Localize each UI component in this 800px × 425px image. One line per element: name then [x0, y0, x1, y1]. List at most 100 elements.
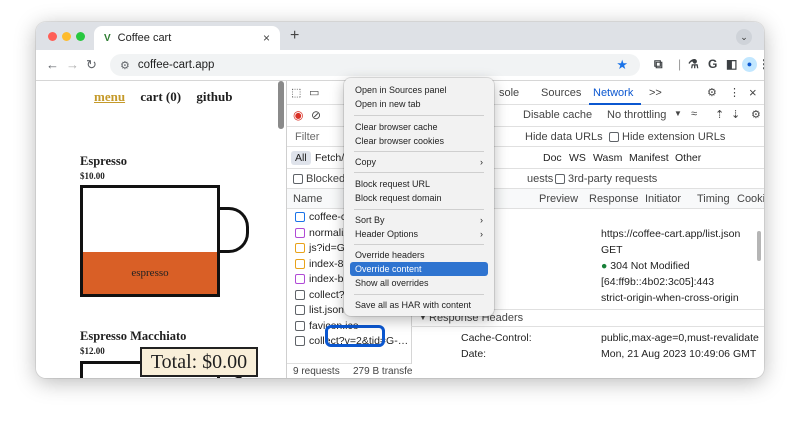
disable-cache-label[interactable]: Disable cache	[523, 109, 592, 121]
file-type-icon	[295, 258, 305, 269]
general-remote-address: [64:ff9b::4b02:3c05]:443	[601, 276, 715, 288]
back-icon[interactable]: ←	[46, 57, 59, 72]
filter-other[interactable]: Other	[671, 151, 705, 165]
column-name[interactable]: Name	[293, 193, 322, 205]
zoom-window-button[interactable]	[76, 32, 85, 41]
menu-sort-by[interactable]: Sort By ›	[350, 213, 488, 227]
minimize-window-button[interactable]	[62, 32, 71, 41]
detail-tab-initiator[interactable]: Initiator	[645, 193, 681, 205]
close-devtools-icon[interactable]: ×	[749, 85, 757, 100]
menu-block-domain[interactable]: Block request domain	[350, 191, 488, 205]
filter-wasm[interactable]: Wasm	[589, 151, 626, 165]
tab-sources[interactable]: Sources	[541, 87, 581, 99]
filter-manifest[interactable]: Manifest	[625, 151, 673, 165]
forward-icon[interactable]: →	[66, 57, 79, 72]
lab-icon[interactable]: ⚗	[688, 57, 699, 71]
site-info-icon[interactable]: ⚙	[120, 59, 130, 72]
menu-override-content[interactable]: Override content	[350, 262, 488, 276]
menu-clear-cache[interactable]: Clear browser cache	[350, 120, 488, 134]
device-toolbar-icon[interactable]: ▭	[309, 86, 319, 99]
detail-tab-cookies[interactable]: Cookies	[737, 193, 764, 205]
file-type-icon	[295, 320, 305, 331]
cart-total-button[interactable]: Total: $0.00	[140, 347, 258, 377]
google-icon[interactable]: G	[708, 57, 717, 71]
detail-tab-timing[interactable]: Timing	[697, 193, 730, 205]
site-nav: menu cart (0) github	[94, 89, 244, 105]
address-bar[interactable]: ⚙ coffee-cart.app ★	[110, 54, 640, 76]
tab-search-button[interactable]: ⌄	[736, 29, 752, 45]
detail-scrollbar[interactable]	[757, 231, 761, 261]
cup-handle	[220, 207, 249, 253]
settings-gear-icon[interactable]: ⚙	[707, 86, 717, 99]
detail-tab-response[interactable]: Response	[589, 193, 639, 205]
detail-tab-preview[interactable]: Preview	[539, 193, 578, 205]
espresso-fill: espresso	[83, 252, 217, 294]
network-conditions-icon[interactable]: ≈	[691, 108, 697, 120]
vue-favicon-icon: V	[104, 32, 111, 44]
context-menu: Open in Sources panel Open in new tab Cl…	[344, 78, 494, 316]
toolbar-divider: |	[678, 57, 682, 71]
menu-show-overrides[interactable]: Show all overrides	[350, 276, 488, 290]
nav-github-link[interactable]: github	[196, 89, 232, 104]
close-tab-icon[interactable]: ×	[263, 31, 270, 45]
product-name: Espresso	[80, 154, 128, 168]
filter-all[interactable]: All	[291, 151, 311, 165]
tab-console[interactable]: sole	[499, 87, 519, 99]
espresso-cup[interactable]: espresso	[80, 185, 220, 297]
page-scrollbar[interactable]	[278, 81, 284, 129]
filter-doc[interactable]: Doc	[539, 151, 566, 165]
new-tab-button[interactable]: +	[290, 27, 299, 45]
kebab-menu-icon[interactable]: ⋮	[729, 86, 740, 99]
blocked-requests-label: uests	[527, 173, 554, 185]
filter-input[interactable]: Filter	[295, 131, 319, 143]
header-key: Date:	[461, 348, 487, 360]
menu-copy[interactable]: Copy ›	[350, 155, 488, 169]
filter-ws[interactable]: WS	[565, 151, 590, 165]
cup-fill-label: espresso	[131, 267, 169, 279]
menu-separator	[354, 172, 484, 173]
menu-separator	[354, 244, 484, 245]
record-icon[interactable]: ◉	[293, 108, 303, 122]
file-type-icon	[295, 305, 305, 316]
menu-open-new-tab[interactable]: Open in new tab	[350, 97, 488, 111]
url-text: coffee-cart.app	[137, 59, 215, 71]
chevron-right-icon: ›	[480, 229, 483, 239]
export-har-icon[interactable]: ⇣	[731, 108, 740, 121]
menu-override-headers[interactable]: Override headers	[350, 248, 488, 262]
hide-extension-urls-checkbox[interactable]: Hide extension URLs	[609, 131, 725, 143]
more-tabs-button[interactable]: >>	[649, 87, 662, 99]
network-settings-icon[interactable]: ⚙	[751, 108, 761, 121]
nav-cart-link[interactable]: cart (0)	[140, 89, 181, 104]
inspect-element-icon[interactable]: ⬚	[291, 86, 301, 99]
tab-network[interactable]: Network	[593, 87, 633, 99]
profile-avatar[interactable]: ●	[742, 57, 757, 72]
import-har-icon[interactable]: ⇡	[715, 108, 724, 121]
menu-header-options[interactable]: Header Options ›	[350, 227, 488, 241]
header-value: Mon, 21 Aug 2023 10:49:06 GMT	[601, 348, 757, 360]
menu-block-url[interactable]: Block request URL	[350, 177, 488, 191]
chevron-right-icon: ›	[480, 157, 483, 167]
header-value: public,max-age=0,must-revalidate	[601, 332, 759, 344]
menu-clear-cookies[interactable]: Clear browser cookies	[350, 134, 488, 148]
chevron-down-icon[interactable]: ▼	[674, 109, 682, 118]
menu-open-in-sources[interactable]: Open in Sources panel	[350, 83, 488, 97]
browser-tab[interactable]: V Coffee cart ×	[94, 26, 280, 50]
blocked-requests-checkbox[interactable]: Blocked	[293, 173, 345, 185]
nav-menu-link[interactable]: menu	[94, 89, 125, 104]
clear-icon[interactable]: ⊘	[311, 108, 321, 122]
chrome-menu-icon[interactable]: ⋮	[758, 57, 764, 71]
extensions-icon[interactable]: ⧉	[654, 57, 663, 72]
reload-icon[interactable]: ↻	[86, 57, 97, 73]
request-count: 9 requests	[293, 366, 340, 377]
bookmark-star-icon[interactable]: ★	[616, 57, 628, 73]
menu-separator	[354, 294, 484, 295]
third-party-checkbox[interactable]: 3rd-party requests	[555, 173, 657, 185]
throttling-select[interactable]: No throttling	[607, 109, 666, 121]
close-window-button[interactable]	[48, 32, 57, 41]
menu-save-har[interactable]: Save all as HAR with content	[350, 298, 488, 312]
hide-data-urls-checkbox[interactable]: Hide data URLs	[525, 131, 603, 143]
product-price: $12.00	[80, 346, 105, 356]
general-referrer-policy: strict-origin-when-cross-origin	[601, 292, 739, 304]
menu-separator	[354, 151, 484, 152]
side-panel-icon[interactable]: ◧	[726, 57, 737, 71]
